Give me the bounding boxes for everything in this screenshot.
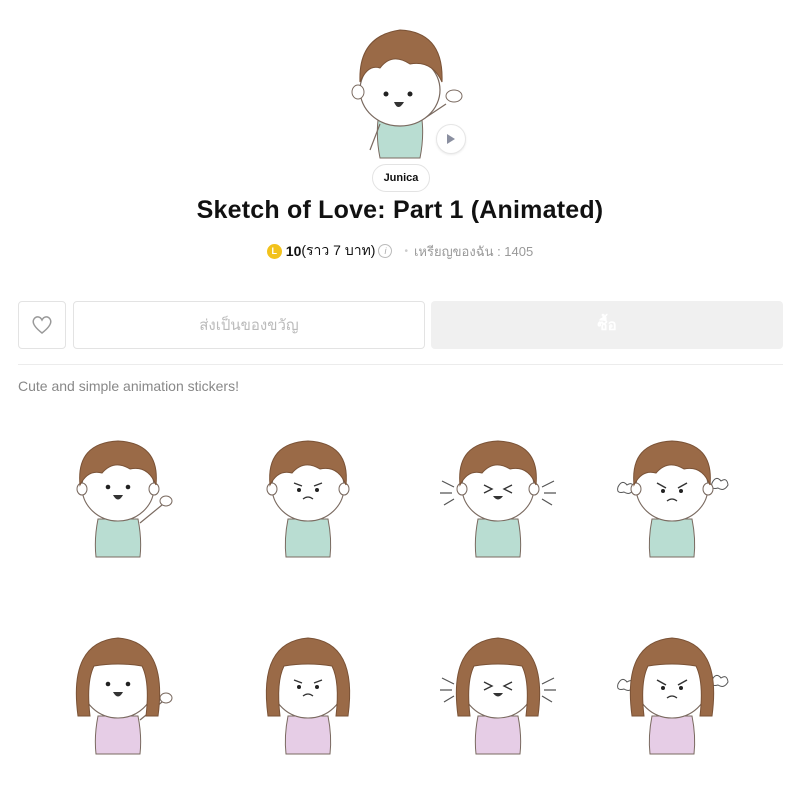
gift-button[interactable]: ส่งเป็นของขวัญ — [73, 301, 425, 349]
info-icon[interactable]: i — [378, 244, 393, 258]
my-coins: เหรียญของฉัน : 1405 — [413, 243, 534, 259]
sticker-girl-shy[interactable] — [248, 632, 368, 757]
price-approx: (ราว 7 บาท) — [301, 242, 376, 258]
play-animation-button[interactable] — [436, 124, 466, 154]
buy-button[interactable]: ซื้อ — [431, 301, 783, 349]
sticker-description: Cute and simple animation stickers! — [18, 378, 239, 394]
divider — [18, 364, 783, 365]
sticker-boy-shy[interactable] — [248, 435, 368, 560]
coin-icon: L — [266, 243, 282, 259]
sticker-boy-angry[interactable] — [612, 435, 732, 560]
price-amount: 10 — [285, 243, 302, 259]
sticker-girl-waving[interactable] — [58, 632, 178, 757]
play-icon — [447, 134, 455, 144]
favorite-button[interactable] — [18, 301, 66, 349]
page-title: Sketch of Love: Part 1 (Animated) — [196, 196, 604, 224]
sticker-boy-laughing[interactable] — [438, 435, 558, 560]
sticker-girl-angry[interactable] — [612, 632, 732, 757]
heart-icon — [32, 316, 52, 334]
price-row: L 10 (ราว 7 บาท) i • เหรียญของฉัน : 1405 — [0, 240, 800, 262]
author-badge[interactable]: Junica — [372, 164, 430, 192]
sticker-boy-waving[interactable] — [58, 435, 178, 560]
sticker-girl-laughing[interactable] — [438, 632, 558, 757]
separator-dot: • — [404, 245, 408, 257]
